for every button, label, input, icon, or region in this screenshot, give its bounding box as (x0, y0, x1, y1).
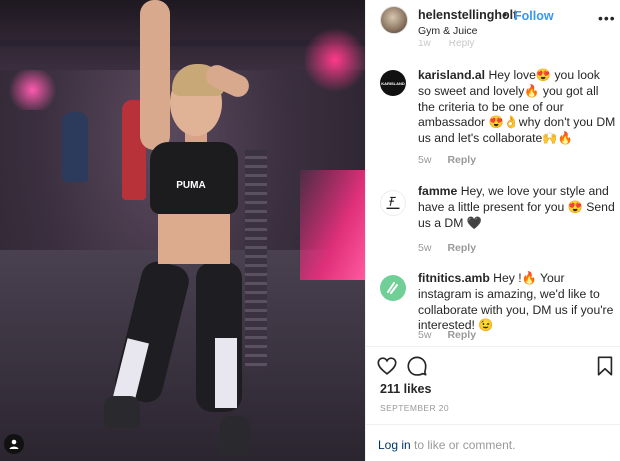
commenter-avatar[interactable] (380, 275, 406, 301)
commenter-username[interactable]: fitnitics.amb (418, 271, 490, 285)
post-location[interactable]: Gym & Juice (418, 25, 478, 37)
photo-neon-light (305, 25, 365, 95)
reply-button[interactable]: Reply (447, 329, 476, 341)
likes-count[interactable]: 211 likes (380, 382, 431, 396)
commenter-avatar[interactable] (380, 190, 406, 216)
author-avatar[interactable] (380, 6, 408, 34)
post-photo[interactable]: PUMA (0, 0, 365, 461)
photo-subject-shoe (220, 416, 250, 456)
comment-text: karisland.al Hey love😍 you look so sweet… (418, 68, 616, 147)
login-prompt-text: to like or comment. (410, 438, 516, 452)
previous-comment-meta: 1w Reply (418, 40, 474, 49)
login-bar: Log in to like or comment. (366, 424, 620, 461)
more-icon[interactable]: ••• (598, 10, 616, 26)
photo-rack (245, 150, 267, 370)
user-tag-icon[interactable] (4, 434, 24, 454)
bookmark-icon[interactable] (594, 355, 616, 377)
photo-subject-top (150, 142, 238, 214)
commenter-username[interactable]: famme (418, 184, 457, 198)
photo-subject-torso (158, 214, 230, 264)
comment-icon[interactable] (406, 355, 428, 377)
photo-brand-logo: PUMA (176, 180, 206, 191)
famme-logo-icon (386, 196, 400, 209)
photo-subject-shoe (104, 396, 140, 428)
comment-meta: 5w Reply (418, 329, 476, 341)
login-link[interactable]: Log in (378, 438, 411, 452)
reply-button[interactable]: Reply (447, 154, 476, 166)
comment-text: fitnitics.amb Hey !🔥 Your instagram is a… (418, 271, 616, 334)
login-prompt: Log in to like or comment. (378, 438, 515, 452)
post-header: helenstellingholt • Follow Gym & Juice •… (366, 0, 620, 40)
commenter-avatar[interactable]: KARISLAND (380, 70, 406, 96)
comment-text: famme Hey, we love your style and have a… (418, 184, 616, 231)
post-side-panel: helenstellingholt • Follow Gym & Juice •… (365, 0, 620, 461)
follow-button[interactable]: Follow (514, 9, 554, 23)
photo-wall-light (300, 170, 365, 280)
comment-age: 5w (418, 154, 432, 166)
comment-meta: 5w Reply (418, 154, 476, 166)
comment-meta: 5w Reply (418, 242, 476, 254)
post-actions (366, 346, 620, 386)
reply-button[interactable]: Reply (449, 40, 475, 49)
post-date: SEPTEMBER 20 (380, 403, 450, 413)
comments-list[interactable]: 1w Reply KARISLAND karisland.al Hey love😍… (366, 40, 620, 346)
heart-icon[interactable] (376, 355, 398, 377)
photo-background-person (62, 112, 88, 182)
photo-neon-light (5, 70, 60, 110)
comment-age: 5w (418, 242, 432, 254)
photo-subject-arm (140, 0, 170, 150)
header-separator: • (503, 8, 508, 22)
comment-age: 1w (418, 40, 431, 49)
commenter-avatar-logo: KARISLAND (381, 80, 405, 86)
comment-age: 5w (418, 329, 432, 341)
commenter-username[interactable]: karisland.al (418, 68, 485, 82)
photo-legging-stripe (215, 338, 237, 408)
reply-button[interactable]: Reply (447, 242, 476, 254)
fitnitics-logo-icon (387, 282, 398, 294)
